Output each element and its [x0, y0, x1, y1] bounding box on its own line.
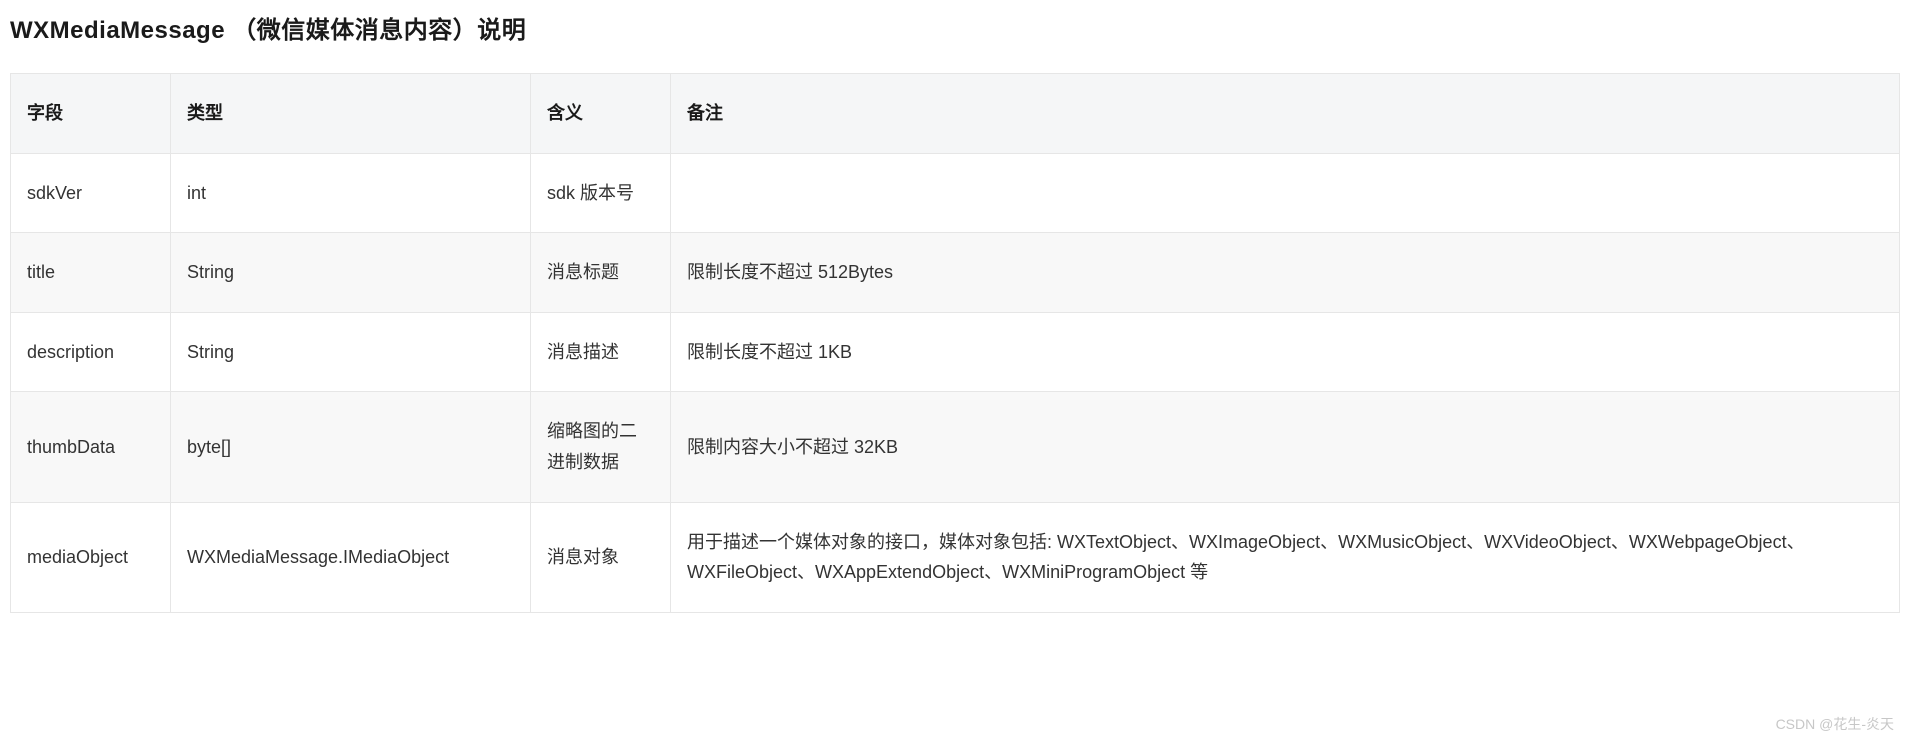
table-row: thumbData byte[] 缩略图的二进制数据 限制内容大小不超过 32K…: [11, 392, 1900, 502]
cell-type: int: [171, 153, 531, 233]
cell-meaning: sdk 版本号: [531, 153, 671, 233]
cell-type: String: [171, 312, 531, 392]
cell-meaning: 消息标题: [531, 233, 671, 313]
cell-meaning: 消息描述: [531, 312, 671, 392]
table-row: title String 消息标题 限制长度不超过 512Bytes: [11, 233, 1900, 313]
cell-type: String: [171, 233, 531, 313]
cell-field: thumbData: [11, 392, 171, 502]
cell-meaning: 消息对象: [531, 502, 671, 612]
table-header-row: 字段 类型 含义 备注: [11, 74, 1900, 154]
cell-field: description: [11, 312, 171, 392]
cell-field: mediaObject: [11, 502, 171, 612]
cell-remark: [671, 153, 1900, 233]
header-meaning: 含义: [531, 74, 671, 154]
table-row: sdkVer int sdk 版本号: [11, 153, 1900, 233]
watermark: CSDN @花生-炎天: [1776, 714, 1894, 734]
cell-type: byte[]: [171, 392, 531, 502]
cell-type: WXMediaMessage.IMediaObject: [171, 502, 531, 612]
table-row: description String 消息描述 限制长度不超过 1KB: [11, 312, 1900, 392]
cell-field: title: [11, 233, 171, 313]
cell-remark: 用于描述一个媒体对象的接口，媒体对象包括: WXTextObject、WXIma…: [671, 502, 1900, 612]
cell-remark: 限制内容大小不超过 32KB: [671, 392, 1900, 502]
table-row: mediaObject WXMediaMessage.IMediaObject …: [11, 502, 1900, 612]
header-field: 字段: [11, 74, 171, 154]
wxmedia-table: 字段 类型 含义 备注 sdkVer int sdk 版本号 title Str…: [10, 73, 1900, 613]
cell-remark: 限制长度不超过 512Bytes: [671, 233, 1900, 313]
section-heading: WXMediaMessage （微信媒体消息内容）说明: [10, 10, 1900, 45]
header-type: 类型: [171, 74, 531, 154]
cell-meaning: 缩略图的二进制数据: [531, 392, 671, 502]
cell-field: sdkVer: [11, 153, 171, 233]
header-remark: 备注: [671, 74, 1900, 154]
cell-remark: 限制长度不超过 1KB: [671, 312, 1900, 392]
